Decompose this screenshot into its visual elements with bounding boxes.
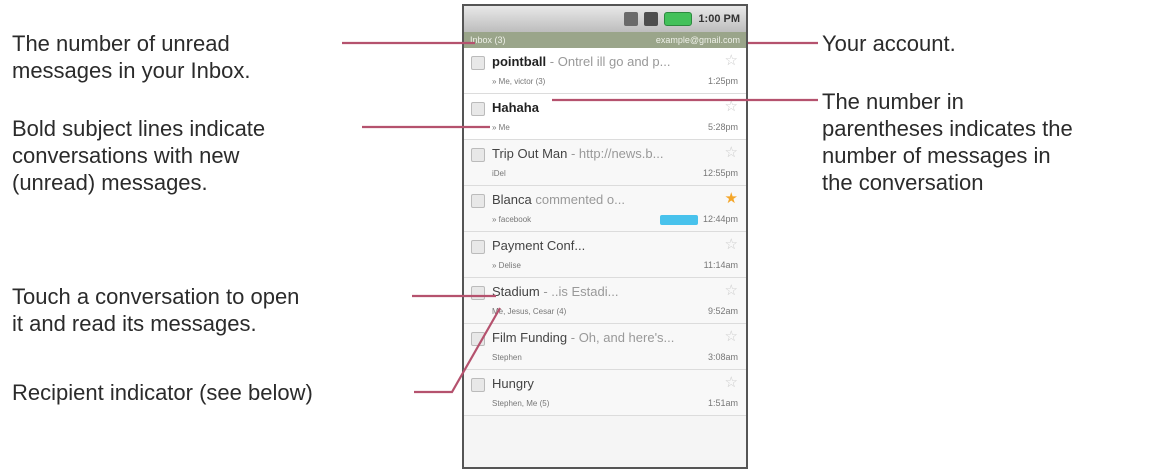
conversation-time: 12:55pm [702,168,738,178]
status-bar: 1:00 PM [464,6,746,32]
conversation-row[interactable]: Hungry ☆ Stephen, Me (5) 1:51am [464,370,746,416]
conversation-row[interactable]: Trip Out Man - http://news.b... ☆ iDel 12:5… [464,140,746,186]
status-time: 1:00 PM [698,13,740,25]
conversation-snippet: - Oh, and here's... [567,330,675,345]
conversation-subject: Hahaha [492,100,539,115]
conversation-participants: » Me [492,123,510,132]
conversation-time: 11:14am [703,260,738,270]
conversation-row[interactable]: Film Funding - Oh, and here's... ☆ Stephen… [464,324,746,370]
callout-message-count: The number in parentheses indicates the … [822,89,1073,195]
conversation-subject: Hungry [492,376,534,391]
conversation-time: 3:08am [707,352,738,362]
star-icon[interactable]: ★ [725,189,738,207]
conversation-row[interactable]: Hahaha ☆ » Me 5:28pm [464,94,746,140]
conversation-checkbox[interactable] [471,102,485,116]
star-icon[interactable]: ☆ [725,235,738,253]
notification-icon [624,12,639,26]
conversation-row[interactable]: Payment Conf... ☆ » Delise 11:14am [464,232,746,278]
conversation-snippet: commented o... [531,192,625,207]
conversation-snippet: - ..is Estadi... [539,284,619,299]
star-icon[interactable]: ☆ [725,327,738,345]
inbox-title-bar: Inbox (3) example@gmail.com [464,32,746,48]
conversation-participants: » Delise [492,261,521,270]
callout-your-account: Your account. [822,31,956,56]
conversation-subject: Film Funding - Oh, and here's... [492,330,675,345]
conversation-checkbox[interactable] [471,148,485,162]
callout-bold-subjects: Bold subject lines indicate conversation… [12,116,266,195]
inbox-label: Inbox (3) [470,35,506,45]
conversation-time: 5:28pm [707,122,738,132]
star-icon[interactable]: ☆ [725,51,738,69]
conversation-participants: » Me, victor (3) [492,77,546,86]
conversation-checkbox[interactable] [471,286,485,300]
conversation-subject: Blanca commented o... [492,192,625,207]
conversation-row[interactable]: Blanca commented o... ★ » facebook 12:44pm [464,186,746,232]
callout-recipient-indicator: Recipient indicator (see below) [12,380,313,405]
conversation-subject: Payment Conf... [492,238,586,253]
conversation-checkbox[interactable] [471,240,485,254]
conversation-time: 1:25pm [707,76,738,86]
conversation-time: 1:51am [707,398,738,408]
conversation-checkbox[interactable] [471,56,485,70]
conversation-participants: Me, Jesus, Cesar (4) [492,307,567,316]
conversation-list: pointball - Ontrel ill go and p... ☆ » Me,… [464,48,746,416]
battery-icon [664,12,693,26]
conversation-participants: » facebook [492,215,532,224]
conversation-subject: Trip Out Man - http://news.b... [492,146,664,161]
conversation-participants: Stephen [492,353,522,362]
star-icon[interactable]: ☆ [725,143,738,161]
conversation-subject: Stadium - ..is Estadi... [492,284,619,299]
star-icon[interactable]: ☆ [725,97,738,115]
conversation-checkbox[interactable] [471,332,485,346]
callout-touch-conversation: Touch a conversation to open it and read… [12,284,300,336]
conversation-time: 12:44pm [702,214,738,224]
callout-unread-count: The number of unread messages in your In… [12,31,251,83]
phone-screen: 1:00 PM Inbox (3) example@gmail.com poin… [462,4,748,469]
conversation-subject: pointball - Ontrel ill go and p... [492,54,671,69]
signal-icon [644,12,659,26]
conversation-row[interactable]: Stadium - ..is Estadi... ☆ Me, Jesus, Cesa… [464,278,746,324]
conversation-snippet: - Ontrel ill go and p... [546,54,671,69]
conversation-participants: iDel [492,169,506,178]
conversation-row[interactable]: pointball - Ontrel ill go and p... ☆ » Me,… [464,48,746,94]
account-label[interactable]: example@gmail.com [656,35,740,45]
conversation-participants: Stephen, Me (5) [492,399,550,408]
conversation-checkbox[interactable] [471,378,485,392]
conversation-snippet: - http://news.b... [567,146,664,161]
label-chip [660,215,698,225]
conversation-time: 9:52am [707,306,738,316]
conversation-checkbox[interactable] [471,194,485,208]
star-icon[interactable]: ☆ [725,373,738,391]
star-icon[interactable]: ☆ [725,281,738,299]
